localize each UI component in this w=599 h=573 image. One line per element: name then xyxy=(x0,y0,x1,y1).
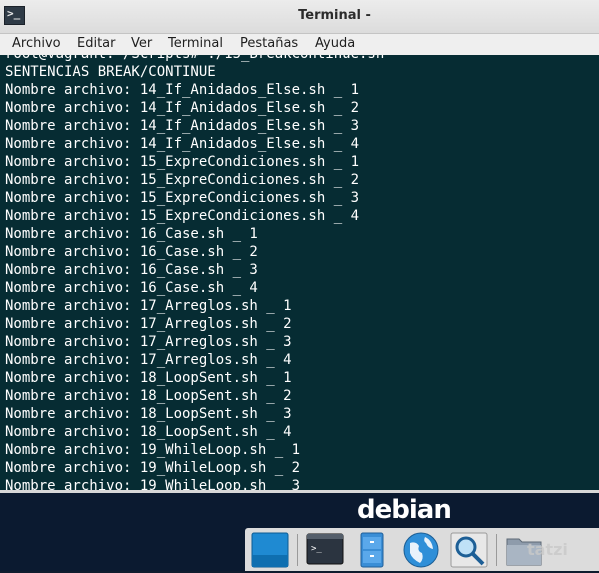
terminal-line: Nombre archivo: 16_Case.sh _ 1 xyxy=(5,226,258,242)
terminal-line: Nombre archivo: 18_LoopSent.sh _ 2 xyxy=(5,388,292,404)
debian-logo: debian xyxy=(357,495,452,525)
svg-text:>_: >_ xyxy=(311,544,322,554)
menu-ayuda[interactable]: Ayuda xyxy=(315,36,355,51)
menu-ver[interactable]: Ver xyxy=(131,36,152,51)
terminal-line: Nombre archivo: 17_Arreglos.sh _ 2 xyxy=(5,316,292,332)
terminal-line: Nombre archivo: 17_Arreglos.sh _ 3 xyxy=(5,334,292,350)
terminal-line: SENTENCIAS BREAK/CONTINUE xyxy=(5,64,216,80)
dock-separator xyxy=(297,534,298,566)
terminal-line: Nombre archivo: 14_If_Anidados_Else.sh _… xyxy=(5,118,360,134)
terminal-icon[interactable]: >_ xyxy=(304,531,346,569)
terminal-line: Nombre archivo: 15_ExpreCondiciones.sh _… xyxy=(5,172,360,188)
menu-terminal[interactable]: Terminal xyxy=(168,36,223,51)
window-titlebar[interactable]: >_ Terminal - xyxy=(0,0,599,34)
terminal-line: Nombre archivo: 14_If_Anidados_Else.sh _… xyxy=(5,100,360,116)
dock-separator xyxy=(496,534,497,566)
terminal-line: Nombre archivo: 18_LoopSent.sh _ 4 xyxy=(5,424,292,440)
window-title: Terminal - xyxy=(298,8,371,23)
terminal-line: Nombre archivo: 15_ExpreCondiciones.sh _… xyxy=(5,154,360,170)
menubar: Archivo Editar Ver Terminal Pestañas Ayu… xyxy=(0,34,599,56)
terminal-line: Nombre archivo: 17_Arreglos.sh _ 4 xyxy=(5,352,292,368)
web-browser-icon[interactable] xyxy=(400,531,442,569)
terminal-line: Nombre archivo: 19_WhileLoop.sh _ 2 xyxy=(5,460,301,476)
terminal-line: Nombre archivo: 14_If_Anidados_Else.sh _… xyxy=(5,136,360,152)
terminal-line: Nombre archivo: 15_ExpreCondiciones.sh _… xyxy=(5,208,360,224)
menu-editar[interactable]: Editar xyxy=(77,36,116,51)
terminal-line: root@vagrant:~/Scripts# ./15_BreakContin… xyxy=(5,55,384,64)
terminal-lines: root@vagrant:~/Scripts# ./15_BreakContin… xyxy=(5,55,384,490)
menu-archivo[interactable]: Archivo xyxy=(12,36,61,51)
terminal-line: Nombre archivo: 14_If_Anidados_Else.sh _… xyxy=(5,82,360,98)
terminal-output[interactable]: root@vagrant:~/Scripts# ./15_BreakContin… xyxy=(0,55,599,490)
terminal-line: Nombre archivo: 17_Arreglos.sh _ 1 xyxy=(5,298,292,314)
search-icon[interactable] xyxy=(448,531,490,569)
terminal-line: Nombre archivo: 16_Case.sh _ 2 xyxy=(5,244,258,260)
file-manager-icon[interactable] xyxy=(351,531,393,569)
watermark: tatzi xyxy=(527,540,568,559)
terminal-scrollbar[interactable] xyxy=(595,55,599,490)
menu-pestanas[interactable]: Pestañas xyxy=(240,36,298,51)
terminal-line: Nombre archivo: 19_WhileLoop.sh _ 3 xyxy=(5,478,301,490)
terminal-line: Nombre archivo: 18_LoopSent.sh _ 1 xyxy=(5,370,292,386)
terminal-line: Nombre archivo: 15_ExpreCondiciones.sh _… xyxy=(5,190,360,206)
terminal-line: Nombre archivo: 16_Case.sh _ 4 xyxy=(5,280,258,296)
terminal-line: Nombre archivo: 16_Case.sh _ 3 xyxy=(5,262,258,278)
terminal-line: Nombre archivo: 19_WhileLoop.sh _ 1 xyxy=(5,442,301,458)
terminal-line: Nombre archivo: 18_LoopSent.sh _ 3 xyxy=(5,406,292,422)
show-desktop-icon[interactable] xyxy=(249,531,291,569)
